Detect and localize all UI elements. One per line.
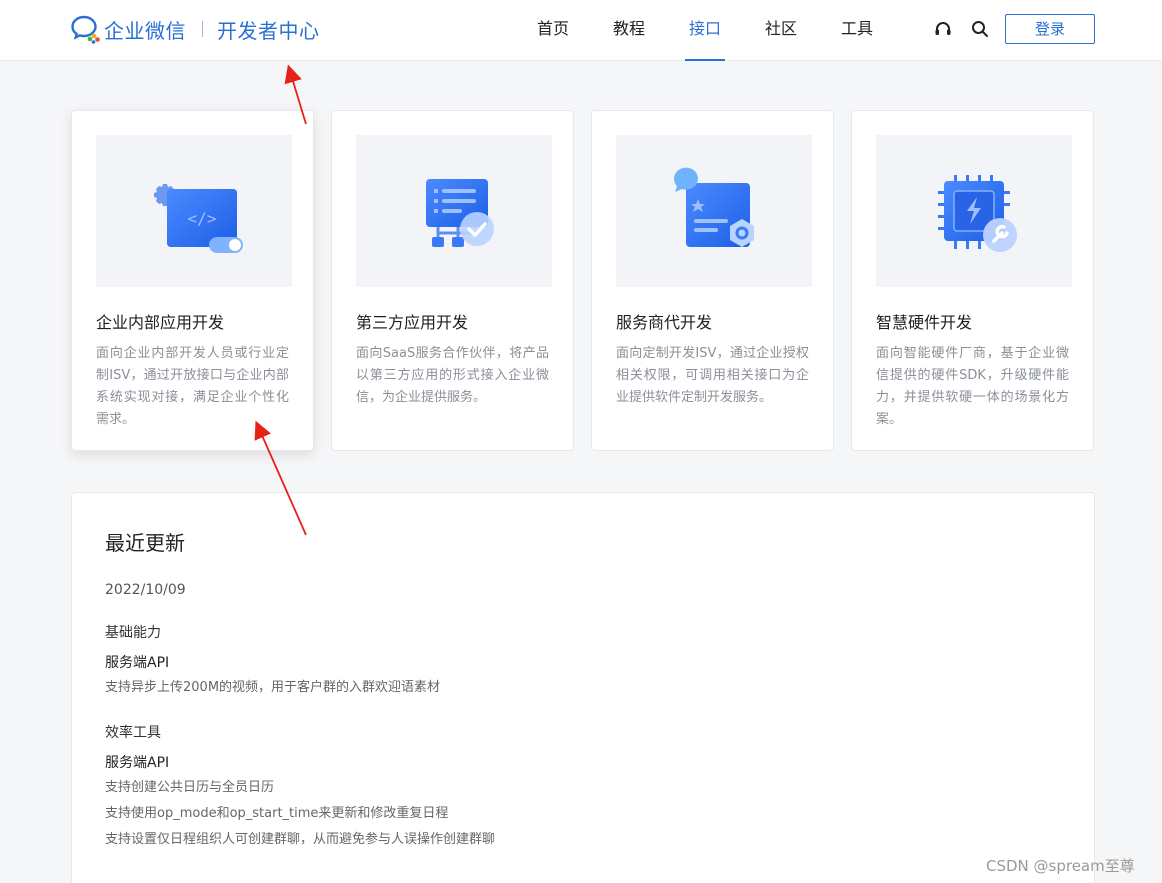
nav-item-community[interactable]: 社区 xyxy=(743,0,819,61)
nav-item-tools[interactable]: 工具 xyxy=(819,0,895,61)
card-third-party-app[interactable]: 第三方应用开发 面向SaaS服务合作伙伴，将产品以第三方应用的形式接入企业微信，… xyxy=(331,110,574,451)
update-category-block: 效率工具 服务端API 支持创建公共日历与全员日历 支持使用op_mode和op… xyxy=(105,722,1094,850)
update-date: 2022/10/09 xyxy=(105,582,186,598)
third-party-app-icon xyxy=(426,179,494,247)
update-item[interactable]: 支持使用op_mode和op_start_time来更新和修改重复日程 xyxy=(105,804,1094,824)
update-api-label: 服务端API xyxy=(105,655,170,671)
search-icon[interactable] xyxy=(970,19,990,39)
hardware-chip-icon xyxy=(938,175,1017,252)
card-description: 面向定制开发ISV，通过企业授权相关权限，可调用相关接口为企业提供软件定制开发服… xyxy=(616,346,809,405)
update-category: 效率工具 xyxy=(105,725,161,741)
top-header: 企业微信 开发者中心 首页 教程 接口 社区 工具 登录 xyxy=(0,0,1162,61)
nav-item-home[interactable]: 首页 xyxy=(515,0,591,61)
logo-text: 企业微信 xyxy=(104,18,186,43)
login-button[interactable]: 登录 xyxy=(1005,14,1095,44)
card-image xyxy=(616,135,812,287)
logo[interactable]: 企业微信 开发者中心 xyxy=(70,14,320,44)
dev-type-cards: </> 企业内部应用开发 面向企业内部开发人员或行业定制ISV，通过开放接口与企… xyxy=(71,110,1094,451)
service-provider-icon xyxy=(673,167,754,247)
card-description: 面向SaaS服务合作伙伴，将产品以第三方应用的形式接入企业微信，为企业提供服务。 xyxy=(356,346,549,405)
main-nav: 首页 教程 接口 社区 工具 xyxy=(515,0,895,61)
update-item[interactable]: 支持异步上传200M的视频，用于客户群的入群欢迎语素材 xyxy=(105,678,1094,698)
code-window-icon: </> xyxy=(154,184,243,253)
update-api-label: 服务端API xyxy=(105,755,170,771)
card-description: 面向企业内部开发人员或行业定制ISV，通过开放接口与企业内部系统实现对接，满足企… xyxy=(96,346,289,427)
update-item[interactable]: 支持创建公共日历与全员日历 xyxy=(105,778,1094,798)
card-title: 智慧硬件开发 xyxy=(876,313,973,332)
card-title: 服务商代开发 xyxy=(616,313,713,332)
headset-icon[interactable] xyxy=(933,19,953,39)
card-image xyxy=(356,135,552,287)
card-smart-hardware[interactable]: 智慧硬件开发 面向智能硬件厂商，基于企业微信提供的硬件SDK，升级硬件能力，并提… xyxy=(851,110,1094,451)
card-service-provider[interactable]: 服务商代开发 面向定制开发ISV，通过企业授权相关权限，可调用相关接口为企业提供… xyxy=(591,110,834,451)
card-title: 企业内部应用开发 xyxy=(96,313,225,332)
card-image: </> xyxy=(96,135,292,287)
watermark: CSDN @spream至尊 xyxy=(986,857,1135,875)
logo-subtitle: 开发者中心 xyxy=(217,18,320,43)
update-category: 基础能力 xyxy=(105,625,161,641)
svg-text:</>: </> xyxy=(188,209,217,228)
update-item[interactable]: 支持设置仅日程组织人可创建群聊，从而避免参与人误操作创建群聊 xyxy=(105,830,1094,850)
nav-item-api[interactable]: 接口 xyxy=(667,0,743,61)
card-description: 面向智能硬件厂商，基于企业微信提供的硬件SDK，升级硬件能力，并提供软硬一体的场… xyxy=(876,346,1069,427)
recent-updates-title: 最近更新 xyxy=(105,531,185,555)
wecom-logo-icon xyxy=(71,15,100,44)
card-image xyxy=(876,135,1072,287)
logo-divider xyxy=(202,21,203,37)
recent-updates-panel: 最近更新 2022/10/09 基础能力 服务端API 支持异步上传200M的视… xyxy=(71,492,1095,883)
card-title: 第三方应用开发 xyxy=(356,313,469,332)
nav-item-tutorials[interactable]: 教程 xyxy=(591,0,667,61)
card-internal-app[interactable]: </> 企业内部应用开发 面向企业内部开发人员或行业定制ISV，通过开放接口与企… xyxy=(71,110,314,451)
update-category-block: 基础能力 服务端API 支持异步上传200M的视频，用于客户群的入群欢迎语素材 xyxy=(105,622,1094,698)
